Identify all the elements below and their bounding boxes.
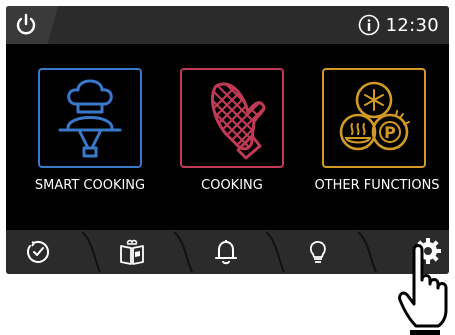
tab-divider xyxy=(357,231,377,273)
cooking-label[interactable]: COOKING xyxy=(157,178,307,193)
light-bulb-icon[interactable] xyxy=(304,238,332,266)
oven-mitt-icon xyxy=(211,82,266,160)
oven-display: 12:30 SMART COOKING COOKING P OTHER FUNC… xyxy=(6,6,449,274)
tab-divider xyxy=(173,231,193,273)
snowflake-icon xyxy=(364,89,384,111)
steam-plate-icon xyxy=(344,123,372,144)
other-functions-label[interactable]: OTHER FUNCTIONS xyxy=(302,178,449,193)
clock-time: 12:30 xyxy=(385,14,439,36)
functions-icon: P xyxy=(339,81,410,151)
clock: 12:30 xyxy=(358,13,439,37)
recipe-book-icon[interactable] xyxy=(118,238,146,266)
bell-icon[interactable] xyxy=(212,238,240,266)
chef-cloche-icon xyxy=(58,79,122,158)
pointing-hand-icon xyxy=(398,244,448,335)
cooking-tile[interactable] xyxy=(180,68,284,168)
smart-cooking-label[interactable]: SMART COOKING xyxy=(15,178,165,193)
other-functions-tile[interactable]: P xyxy=(322,68,426,168)
tab-divider xyxy=(265,231,285,273)
smart-cooking-tile[interactable] xyxy=(38,68,142,168)
info-icon[interactable] xyxy=(358,14,380,36)
bottom-bar xyxy=(6,230,449,274)
top-bar: 12:30 xyxy=(6,6,449,44)
timer-icon[interactable] xyxy=(24,238,52,266)
tab-divider xyxy=(81,231,101,273)
svg-text:P: P xyxy=(384,123,396,142)
power-icon[interactable] xyxy=(14,13,38,37)
